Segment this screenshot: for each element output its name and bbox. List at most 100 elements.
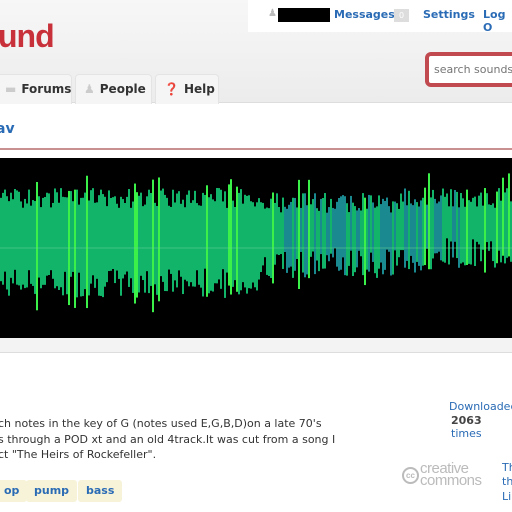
waveform-bar — [210, 194, 212, 291]
waveform-bar — [440, 195, 442, 261]
waveform-bar — [216, 188, 218, 284]
description-line: ct "The Heirs of Rockefeller". — [0, 448, 157, 461]
waveform-bar — [352, 202, 354, 277]
waveform-bar — [392, 201, 394, 275]
waveform-bar — [152, 179, 154, 313]
divider — [0, 148, 512, 150]
waveform-player[interactable] — [0, 158, 512, 338]
waveform-bar — [184, 207, 186, 280]
waveform-bar — [346, 203, 348, 276]
waveform-bar — [358, 208, 360, 251]
waveform-bar — [66, 197, 68, 295]
speech-bubble-icon: ▬ — [5, 82, 17, 96]
waveform-bar — [448, 206, 450, 265]
sound-title[interactable]: av — [0, 121, 15, 137]
waveform-bar — [132, 201, 134, 293]
tab-forums[interactable]: ▬ Forums — [0, 74, 72, 104]
waveform-bar — [44, 197, 46, 285]
tag-link[interactable]: pump — [26, 480, 78, 502]
waveform-bar — [36, 182, 38, 311]
waveform-bar — [426, 204, 428, 249]
search-input[interactable] — [429, 56, 512, 83]
waveform-bar — [416, 202, 418, 262]
waveform-bar — [248, 195, 250, 289]
waveform-bar — [374, 207, 376, 274]
waveform-bar — [220, 189, 222, 289]
waveform-bar — [130, 207, 132, 279]
waveform-bar — [298, 179, 300, 289]
waveform-bar — [412, 205, 414, 263]
waveform-bar — [332, 207, 334, 258]
waveform-bar — [384, 200, 386, 270]
waveform-bar — [150, 193, 152, 286]
waveform-bar — [430, 197, 432, 270]
waveform-bar — [82, 197, 84, 297]
waveform-bar — [116, 203, 118, 271]
tag-link[interactable]: bass — [78, 480, 123, 502]
waveform-bar — [274, 202, 276, 265]
player-controls-bar — [0, 338, 512, 353]
waveform-bar — [334, 208, 336, 249]
waveform-bar — [40, 207, 42, 289]
waveform-bar — [144, 204, 146, 293]
waveform-bar — [310, 204, 312, 257]
waveform-bar — [324, 193, 326, 269]
waveform-bar — [258, 198, 260, 280]
username-redacted[interactable] — [278, 8, 330, 22]
tab-help[interactable]: ❓ Help — [155, 74, 219, 104]
waveform-bar — [330, 198, 332, 254]
waveform-bar — [376, 206, 378, 278]
settings-link[interactable]: Settings — [423, 8, 475, 21]
waveform-bar — [388, 206, 390, 252]
waveform-bar — [244, 194, 246, 288]
site-logo[interactable]: und — [0, 18, 55, 55]
waveform-bar — [222, 201, 224, 270]
waveform-bar — [160, 190, 162, 277]
waveform-bar — [194, 190, 196, 287]
waveform-bar — [436, 203, 438, 254]
waveform-bar — [148, 189, 150, 294]
waveform-bar — [306, 205, 308, 275]
waveform-bar — [62, 196, 64, 296]
logout-link[interactable]: Log O — [483, 8, 512, 34]
waveform-bar — [466, 189, 468, 265]
messages-link[interactable]: Messages — [334, 8, 395, 21]
waveform-bar — [90, 190, 92, 284]
waveform-bar — [172, 189, 174, 292]
user-icon: ♟ — [268, 8, 277, 19]
waveform-bar — [22, 207, 24, 285]
waveform-bar — [302, 193, 304, 273]
waveform-bar — [122, 199, 124, 279]
waveform-bar — [226, 207, 228, 273]
waveform-bar — [118, 207, 120, 279]
waveform-bar — [100, 189, 102, 296]
waveform-bar — [354, 206, 356, 273]
waveform-bar — [110, 197, 112, 271]
waveform-bar — [474, 196, 476, 266]
waveform-bar — [126, 196, 128, 272]
waveform-bar — [96, 202, 98, 279]
waveform-bar — [420, 200, 422, 271]
waveform-bar — [492, 203, 494, 262]
downloaded-label[interactable]: Downloaded — [449, 400, 512, 413]
waveform-bar — [228, 184, 230, 286]
waveform-bar — [362, 193, 364, 276]
tag-link[interactable]: op — [0, 480, 28, 502]
tab-people[interactable]: ♟ People — [75, 74, 152, 104]
waveform-bar — [186, 194, 188, 282]
waveform-bar — [266, 207, 268, 275]
waveform-bar — [80, 197, 82, 297]
waveform-bar — [364, 197, 366, 286]
license-text[interactable]: Li — [502, 490, 511, 503]
waveform-bar — [308, 179, 310, 279]
waveform-bar — [204, 194, 206, 269]
waveform-bar — [490, 205, 492, 242]
license-text[interactable]: th — [502, 475, 512, 488]
waveform-bar — [390, 212, 392, 276]
license-text[interactable]: Th — [502, 461, 512, 474]
waveform-bar — [348, 212, 350, 266]
waveform-bar — [368, 194, 370, 272]
waveform-bar — [462, 198, 464, 263]
waveform-bar — [476, 206, 478, 242]
waveform-bar — [84, 192, 86, 290]
